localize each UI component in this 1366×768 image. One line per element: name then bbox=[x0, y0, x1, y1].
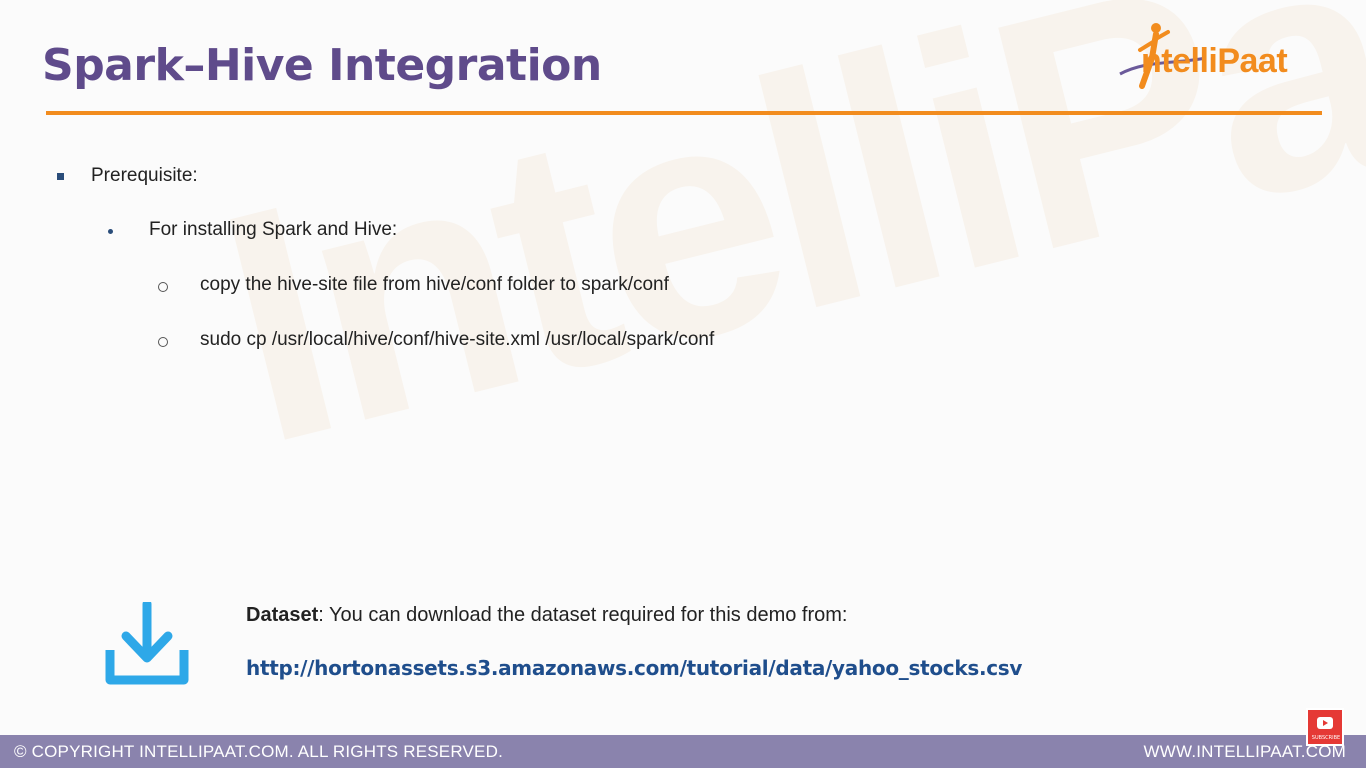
slide: IntelliPaat Spark–Hive Integration ntell… bbox=[0, 0, 1366, 768]
footer-copyright: © COPYRIGHT INTELLIPAAT.COM. ALL RIGHTS … bbox=[14, 742, 503, 761]
dataset-url-link[interactable]: http://hortonassets.s3.amazonaws.com/tut… bbox=[246, 656, 1022, 680]
title-divider bbox=[46, 111, 1322, 115]
dataset-description: Dataset: You can download the dataset re… bbox=[246, 604, 847, 627]
bullet-sudo-cp: sudo cp /usr/local/hive/conf/hive-site.x… bbox=[200, 329, 715, 350]
bullet-copy-hive-site: copy the hive-site file from hive/conf f… bbox=[200, 274, 669, 295]
bullet-square-icon bbox=[57, 173, 64, 180]
dataset-text: : You can download the dataset required … bbox=[318, 604, 848, 626]
bullet-prerequisite: Prerequisite: bbox=[91, 165, 198, 186]
dataset-label: Dataset bbox=[246, 604, 319, 626]
logo-wordmark: ntelliPaat bbox=[1141, 42, 1288, 80]
subscribe-label: SUBSCRIBE bbox=[1311, 735, 1341, 741]
slide-title: Spark–Hive Integration bbox=[42, 40, 602, 91]
download-icon bbox=[105, 602, 189, 685]
bullet-circle-icon bbox=[158, 282, 168, 292]
bullet-dot-icon bbox=[108, 229, 113, 234]
bullet-installing: For installing Spark and Hive: bbox=[149, 219, 398, 240]
youtube-subscribe-icon[interactable]: SUBSCRIBE bbox=[1306, 708, 1344, 746]
bullet-circle-icon bbox=[158, 337, 168, 347]
